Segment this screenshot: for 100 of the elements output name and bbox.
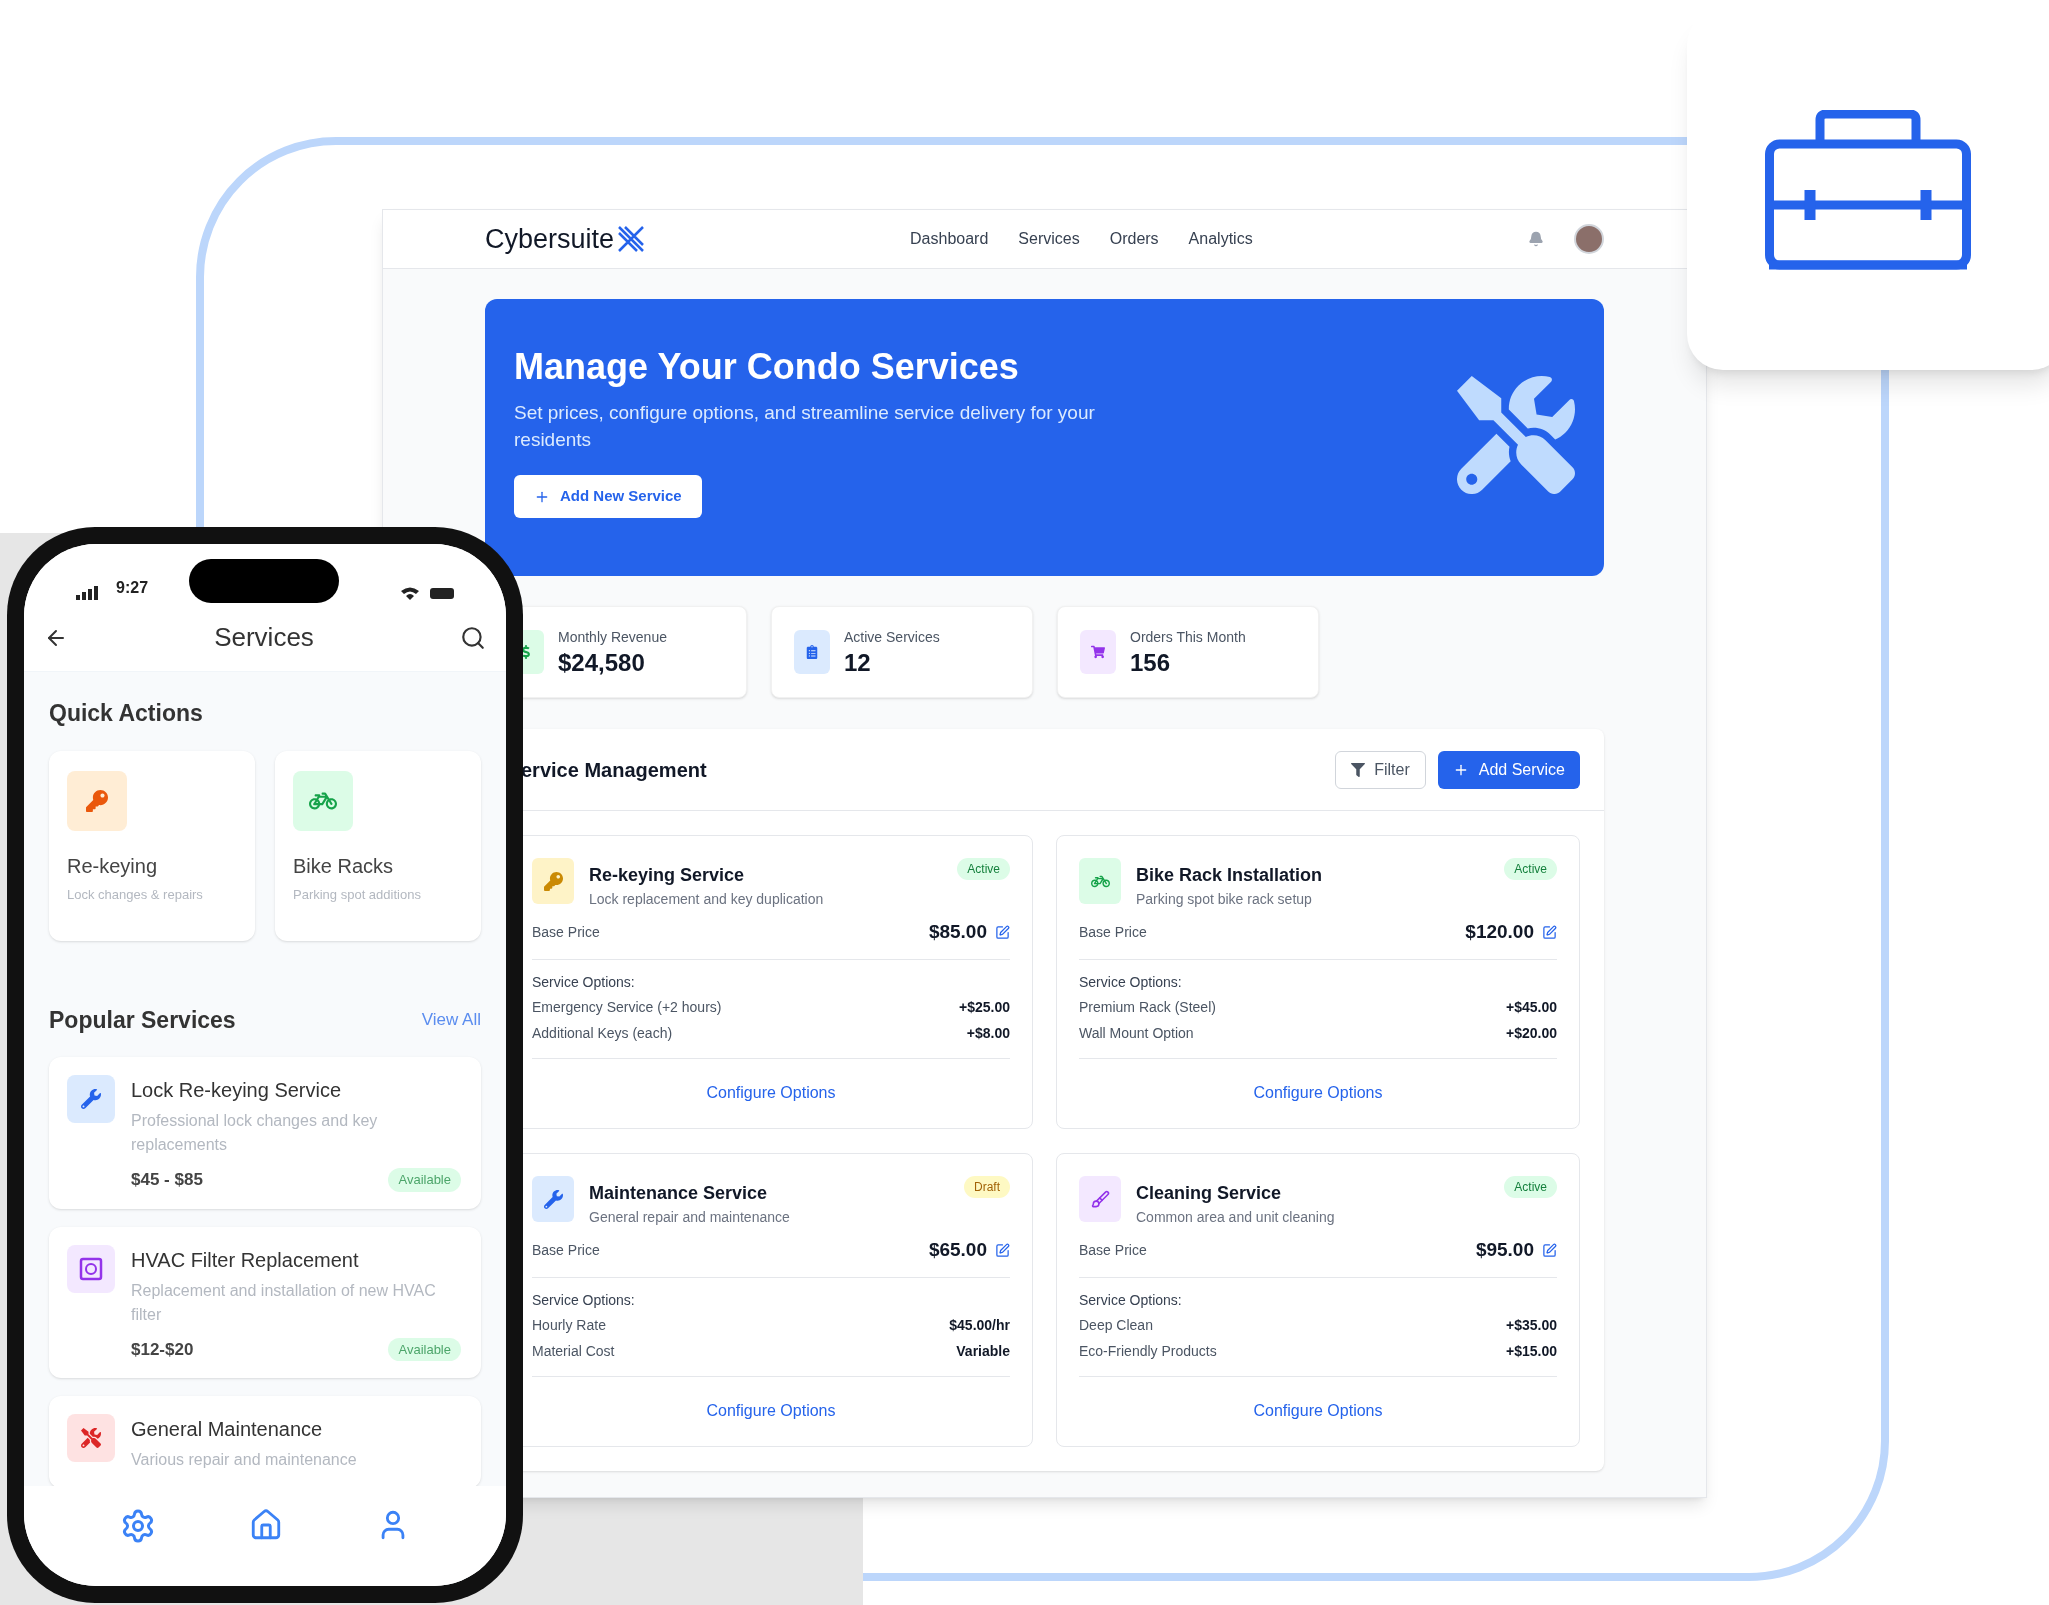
- banner-subtitle: Set prices, configure options, and streamline service delivery for your residents: [514, 401, 1096, 452]
- option-label: Premium Rack (Steel): [1079, 997, 1217, 1017]
- nav-link[interactable]: Services: [1018, 227, 1080, 251]
- configure-options-link[interactable]: Configure Options: [1253, 1398, 1383, 1423]
- service-list-title: General Maintenance: [131, 1417, 324, 1442]
- avatar[interactable]: [1574, 224, 1604, 254]
- status-badge: Draft: [964, 1176, 1010, 1198]
- price-range: $45 - $85: [131, 1169, 204, 1191]
- service-description: Lock replacement and key duplication: [589, 890, 825, 909]
- phone-title: Services: [213, 621, 315, 654]
- wifi-icon: [400, 586, 420, 600]
- options-heading: Service Options:: [532, 972, 636, 992]
- option-value: +$45.00: [1506, 997, 1557, 1017]
- search-icon[interactable]: [460, 624, 486, 651]
- price-range: $12-$20: [131, 1338, 195, 1361]
- edit-icon[interactable]: [1542, 924, 1557, 940]
- section-title: Popular Services: [49, 1005, 237, 1035]
- add-new-service-button[interactable]: Add New Service: [514, 475, 702, 518]
- add-service-button[interactable]: Add Service: [1437, 750, 1580, 789]
- status-badge: Active: [1504, 1176, 1557, 1198]
- service-list-card[interactable]: Lock Re-keying Service Professional lock changes and key replacements $45 - $85 Available: [49, 1057, 481, 1209]
- quick-action-title: Re-keying: [67, 853, 159, 879]
- edit-icon[interactable]: [995, 1242, 1010, 1258]
- service-name: Re-keying Service: [589, 864, 746, 887]
- edit-icon[interactable]: [995, 924, 1010, 940]
- key-icon: [86, 789, 108, 812]
- logo-text: Cybersuite: [485, 222, 615, 256]
- option-value: Variable: [956, 1341, 1010, 1361]
- banner-title: Manage Your Condo Services: [514, 345, 1020, 389]
- service-list-description: Replacement and installation of new HVAC filter: [131, 1280, 437, 1325]
- service-list-title: Lock Re-keying Service: [131, 1078, 343, 1103]
- filter-button[interactable]: Filter: [1335, 750, 1426, 789]
- option-label: Hourly Rate: [532, 1315, 607, 1335]
- panel-title: ervice Management: [521, 757, 708, 783]
- configure-options-link[interactable]: Configure Options: [1253, 1080, 1383, 1105]
- option-label: Additional Keys (each): [532, 1023, 674, 1043]
- price-value: $85.00: [928, 920, 987, 944]
- signal-icon: [76, 586, 98, 600]
- stat-value: 12: [844, 647, 872, 678]
- option-value: $45.00/hr: [949, 1315, 1010, 1335]
- service-list-description: Professional lock changes and key replacements: [131, 1111, 379, 1155]
- quick-action-title: Bike Racks: [293, 853, 395, 879]
- service-list-title: HVAC Filter Replacement: [131, 1247, 360, 1273]
- service-description: Common area and unit cleaning: [1136, 1208, 1336, 1227]
- price-label: Base Price: [532, 1240, 601, 1260]
- service-list-description: Various repair and maintenance: [131, 1450, 358, 1470]
- option-label: Wall Mount Option: [1079, 1023, 1195, 1043]
- clipboard-icon: [805, 645, 819, 659]
- option-label: Material Cost: [532, 1341, 616, 1361]
- wrench-icon: [543, 1189, 563, 1209]
- stat-value: $24,580: [558, 647, 646, 678]
- service-description: General repair and maintenance: [589, 1208, 791, 1227]
- toolbox-icon: [1765, 109, 1971, 270]
- option-label: Deep Clean: [1079, 1315, 1154, 1335]
- price-value: $120.00: [1465, 920, 1534, 944]
- section-title: Quick Actions: [49, 699, 204, 728]
- home-icon[interactable]: [249, 1508, 283, 1542]
- configure-options-link[interactable]: Configure Options: [706, 1080, 836, 1105]
- bell-icon[interactable]: [1528, 231, 1544, 247]
- option-label: Emergency Service (+2 hours): [532, 997, 723, 1017]
- option-label: Eco-Friendly Products: [1079, 1341, 1218, 1361]
- availability-badge: Available: [388, 1337, 461, 1361]
- edit-icon[interactable]: [1542, 1242, 1557, 1258]
- status-badge: Active: [1504, 858, 1557, 880]
- options-heading: Service Options:: [1079, 1290, 1183, 1310]
- availability-badge: Available: [388, 1168, 461, 1192]
- key-icon: [543, 871, 563, 891]
- service-list-card[interactable]: General Maintenance Various repair and maintenance: [49, 1396, 481, 1486]
- logo-cross-icon: [616, 224, 647, 254]
- quick-action-card[interactable]: Re-keying Lock changes & repairs: [49, 750, 255, 941]
- stat-label: Active Services: [844, 627, 940, 647]
- cart-icon: [1091, 645, 1105, 659]
- tools-icon: [1457, 376, 1575, 494]
- option-value: +$20.00: [1506, 1023, 1557, 1043]
- option-value: +$25.00: [959, 997, 1010, 1017]
- options-heading: Service Options:: [532, 1290, 636, 1310]
- battery-icon: [430, 588, 454, 599]
- nav-link[interactable]: Orders: [1109, 227, 1159, 251]
- service-name: Maintenance Service: [589, 1182, 769, 1205]
- nav-link[interactable]: Dashboard: [910, 227, 989, 251]
- stat-label: Monthly Revenue: [558, 627, 667, 647]
- nav-link[interactable]: Analytics: [1188, 227, 1253, 251]
- service-list-card[interactable]: HVAC Filter Replacement Replacement and installation of new HVAC filter $12-$20 Available: [49, 1226, 481, 1378]
- options-heading: Service Options:: [1079, 972, 1183, 992]
- quick-action-card[interactable]: Bike Racks Parking spot additions: [275, 750, 481, 941]
- quick-action-subtitle: Parking spot additions: [293, 885, 422, 904]
- option-value: +$35.00: [1506, 1315, 1557, 1335]
- stat-label: Orders This Month: [1130, 627, 1246, 647]
- quick-action-subtitle: Lock changes & repairs: [67, 885, 204, 904]
- status-time: 9:27: [116, 578, 149, 598]
- service-name: Bike Rack Installation: [1136, 864, 1324, 887]
- price-value: $95.00: [1475, 1238, 1534, 1262]
- price-label: Base Price: [1079, 1240, 1148, 1260]
- tools-icon: [81, 1428, 101, 1448]
- stat-value: 156: [1130, 647, 1172, 678]
- wrench-icon: [81, 1089, 101, 1109]
- service-description: Parking spot bike rack setup: [1136, 890, 1313, 909]
- status-badge: Active: [957, 858, 1010, 880]
- configure-options-link[interactable]: Configure Options: [706, 1398, 836, 1423]
- price-label: Base Price: [1079, 922, 1148, 942]
